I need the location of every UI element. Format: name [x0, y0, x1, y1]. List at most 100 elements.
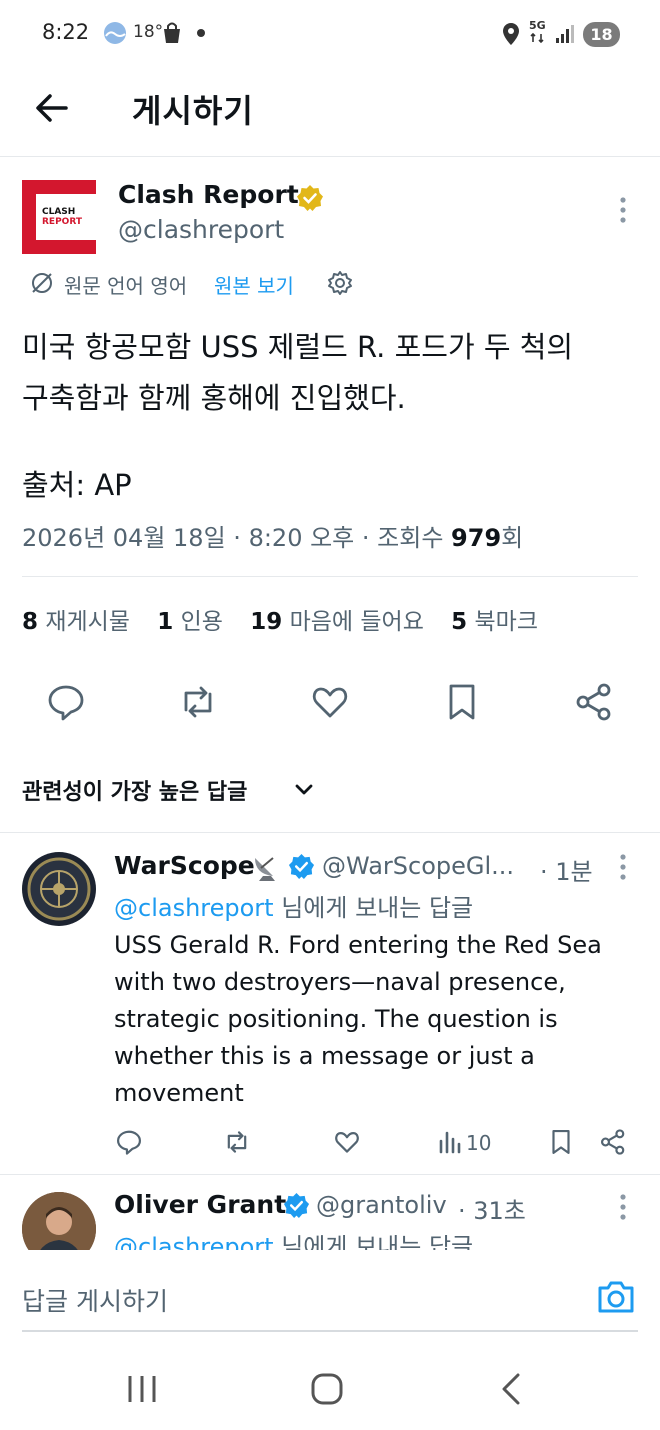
post-source: 출처: AP — [22, 468, 132, 502]
status-temp: 18° — [133, 22, 164, 42]
stat-bookmarks[interactable]: 5 북마크 — [451, 602, 538, 636]
header-divider — [0, 156, 660, 157]
reply-icon — [48, 685, 84, 721]
translation-note: 원문 언어 영어 — [64, 274, 188, 298]
composer-underline — [22, 1330, 638, 1332]
reply-reply-button[interactable] — [114, 1127, 144, 1157]
reply-share-button[interactable] — [598, 1127, 628, 1157]
repost-icon — [184, 686, 212, 718]
share-icon — [601, 1129, 625, 1155]
heart-icon — [312, 687, 348, 718]
status-bar: 8:22 18° 5G 18 — [0, 0, 660, 66]
recent-apps-button[interactable] — [124, 1373, 160, 1405]
logo-text-clash: CLASH — [42, 207, 76, 217]
more-vertical-icon — [620, 1194, 626, 1220]
quotes-count: 1 — [157, 609, 174, 635]
network-label: 5G — [529, 19, 546, 32]
reposts-label: 재게시물 — [45, 609, 130, 635]
post-meta: 2026년 04월 18일 · 8:20 오후 · 조회수 979회 — [22, 518, 523, 553]
quotes-label: 인용 — [180, 609, 223, 635]
reply-sort-dropdown[interactable]: 관련성이 가장 높은 답글 — [22, 774, 247, 806]
views-suffix: 회 — [501, 524, 524, 552]
author-name[interactable]: Clash Report — [118, 180, 299, 209]
status-time: 8:22 — [42, 20, 90, 44]
reply-views-count: 10 — [466, 1131, 492, 1155]
show-original-link[interactable]: 원본 보기 — [214, 270, 294, 299]
reply-avatar-warscope[interactable] — [22, 852, 96, 926]
like-button[interactable] — [308, 680, 352, 724]
reply-icon — [117, 1130, 141, 1155]
logo-text-report: REPORT — [42, 217, 82, 227]
reply-time: · 1분 — [540, 858, 593, 886]
gear-icon — [328, 271, 352, 295]
stat-quotes[interactable]: 1 인용 — [157, 602, 223, 636]
repost-button[interactable] — [176, 680, 220, 724]
recent-apps-icon — [128, 1376, 156, 1402]
replies-divider — [0, 832, 660, 833]
reply-more-button-2[interactable] — [612, 1192, 634, 1222]
reply-to-line: @clashreport 님에게 보내는 답글 — [114, 888, 473, 923]
reply-author-name-2[interactable]: Oliver Grant — [114, 1190, 286, 1219]
stat-likes[interactable]: 19 마음에 들어요 — [250, 602, 424, 636]
post-date: 2026년 04월 18일 — [22, 524, 226, 552]
views-label: 조회수 — [377, 524, 444, 552]
reply-body: USS Gerald R. Ford entering the Red Sea … — [114, 931, 602, 1107]
chevron-left-icon — [502, 1373, 520, 1405]
bookmark-icon — [449, 684, 475, 720]
location-icon — [502, 22, 520, 46]
post-more-button[interactable] — [612, 195, 634, 225]
reply-like-button[interactable] — [332, 1127, 362, 1157]
likes-count: 19 — [250, 609, 283, 635]
repost-icon — [227, 1131, 247, 1153]
weather-icon — [101, 20, 129, 46]
heart-icon — [335, 1132, 359, 1153]
bookmark-button[interactable] — [440, 680, 484, 724]
reply-repost-button[interactable] — [222, 1127, 252, 1157]
stat-reposts[interactable]: 8 재게시물 — [22, 602, 130, 636]
bookmarks-label: 북마크 — [474, 609, 538, 635]
reply-author-name[interactable]: WarScope — [114, 851, 255, 880]
page-title: 게시하기 — [132, 92, 254, 130]
reply-author-handle[interactable]: @WarScopeGl... — [322, 852, 514, 880]
more-vertical-icon — [620, 197, 626, 223]
camera-button[interactable] — [596, 1278, 636, 1316]
reposts-count: 8 — [22, 609, 39, 635]
reply-button[interactable] — [44, 680, 88, 724]
camera-icon — [598, 1281, 634, 1313]
share-button[interactable] — [572, 680, 616, 724]
chevron-down-icon[interactable] — [292, 778, 316, 802]
reply-to-handle-link[interactable]: @clashreport — [114, 894, 274, 922]
bookmark-icon — [552, 1130, 570, 1154]
post-text: 미국 항공모함 USS 제럴드 R. 포드가 두 척의 구축함과 함께 홍해에 … — [22, 330, 574, 415]
author-handle[interactable]: @clashreport — [118, 215, 284, 244]
system-back-button[interactable] — [496, 1371, 526, 1407]
shopping-bag-icon — [161, 21, 183, 45]
reply-input[interactable]: 답글 게시하기 — [22, 1282, 168, 1318]
reply-time-2: · 31초 — [458, 1197, 526, 1225]
notification-dot — [197, 29, 205, 37]
meta-sep-1: · — [233, 524, 249, 552]
reply-divider — [0, 1174, 660, 1175]
network-5g-icon: 5G — [529, 20, 546, 44]
post-stats: 8 재게시물 1 인용 19 마음에 들어요 5 북마크 — [22, 602, 558, 636]
gold-verified-badge-icon — [296, 184, 324, 212]
reply-more-button[interactable] — [612, 852, 634, 882]
reply-views-button[interactable] — [438, 1129, 464, 1155]
verified-badge-icon — [288, 853, 315, 880]
author-avatar[interactable]: CLASH REPORT — [22, 180, 96, 254]
signal-icon — [555, 24, 577, 44]
translation-settings-button[interactable] — [326, 269, 354, 297]
home-button[interactable] — [309, 1371, 345, 1407]
meta-sep-2: · — [361, 524, 378, 552]
system-nav-bar — [0, 1345, 660, 1430]
meta-divider — [22, 576, 638, 577]
share-icon — [576, 683, 611, 721]
likes-label: 마음에 들어요 — [289, 609, 424, 635]
reply-bookmark-button[interactable] — [546, 1127, 576, 1157]
reply-author-handle-2[interactable]: @grantoliv — [316, 1191, 447, 1219]
battery-indicator: 18 — [583, 22, 620, 47]
satellite-dish-icon — [251, 852, 283, 882]
arrow-left-icon — [36, 94, 68, 122]
back-button[interactable] — [30, 86, 74, 130]
reply-to-suffix: 님에게 보내는 답글 — [273, 894, 474, 922]
